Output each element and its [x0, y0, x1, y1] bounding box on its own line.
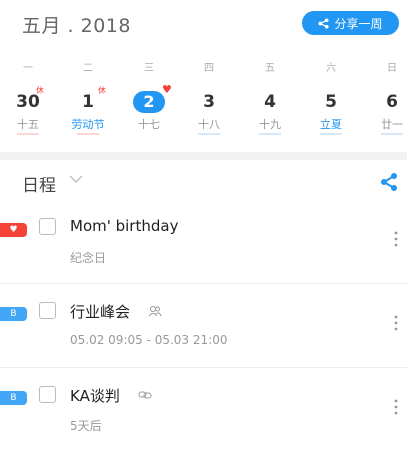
day-underline: [320, 133, 342, 135]
more-options-icon[interactable]: [390, 230, 402, 248]
day-sat[interactable]: 六 5 立夏: [311, 62, 351, 135]
day-underline: [381, 133, 403, 135]
header: 五月 . 2018 分享一周: [0, 0, 407, 50]
event-subtitle: 05.02 09:05 - 05.03 21:00: [70, 333, 228, 347]
event-title: 行业峰会: [70, 303, 131, 321]
weekday-label: 日: [387, 63, 397, 74]
heart-icon: ♥: [162, 83, 172, 96]
event-tag: ♥: [0, 223, 27, 237]
lunar-date: 十九: [259, 118, 281, 131]
event-checkbox[interactable]: [39, 302, 56, 319]
people-icon: [148, 306, 162, 317]
event-item[interactable]: B 行业峰会 05.02 09:05 - 05.03 21:00: [0, 292, 407, 368]
holiday-badge: 休: [98, 86, 106, 95]
lunar-date: 十七: [138, 118, 160, 131]
date-number: 5: [325, 92, 337, 112]
lunar-date: 劳动节: [71, 118, 105, 131]
row-separator: [0, 367, 407, 368]
event-title: KA谈判: [70, 387, 120, 405]
lunar-date: 立夏: [320, 118, 342, 131]
month-title[interactable]: 五月 . 2018: [22, 11, 131, 38]
schedule-title[interactable]: 日程: [22, 171, 56, 196]
weekday-label: 三: [144, 63, 154, 74]
event-checkbox[interactable]: [39, 386, 56, 403]
share-week-button[interactable]: 分享一周: [302, 11, 399, 35]
weekday-label: 六: [326, 63, 336, 74]
day-tue[interactable]: 二 1 休 劳动节: [68, 62, 108, 135]
date-number: 4: [264, 92, 276, 112]
event-checkbox[interactable]: [39, 218, 56, 235]
row-separator: [0, 283, 407, 284]
event-title: Mom' birthday: [70, 217, 179, 235]
chevron-down-icon[interactable]: [68, 171, 84, 187]
date-number: 1: [82, 92, 94, 112]
date-number-selected: 2: [133, 91, 165, 113]
day-underline: [259, 133, 281, 135]
event-tag: B: [0, 391, 27, 405]
weekday-label: 五: [265, 63, 275, 74]
holiday-underline: [17, 133, 39, 135]
event-tag: B: [0, 307, 27, 321]
schedule-header: 日程: [0, 168, 407, 198]
day-mon[interactable]: 一 30 休 十五: [8, 62, 48, 135]
date-number: 3: [203, 92, 215, 112]
lunar-date: 廿一: [381, 118, 403, 131]
heart-icon: ♥: [9, 225, 18, 235]
lunar-date: 十八: [198, 118, 220, 131]
day-underline: [198, 133, 220, 135]
lunar-date: 十五: [17, 118, 39, 131]
date-number: 6: [386, 92, 398, 112]
more-options-icon[interactable]: [390, 398, 402, 416]
more-options-icon[interactable]: [390, 314, 402, 332]
event-subtitle: 纪念日: [70, 251, 107, 265]
holiday-underline: [77, 133, 99, 135]
week-strip: 一 30 休 十五 二 1 休 劳动节 三 2 ♥ 十七 四 3 十八 五 4 …: [0, 62, 407, 142]
day-thu[interactable]: 四 3 十八: [189, 62, 229, 135]
weekday-label: 二: [83, 63, 93, 74]
event-item[interactable]: ♥ Mom' birthday 纪念日: [0, 208, 407, 284]
link-icon: [138, 391, 152, 399]
spacer: [138, 133, 160, 135]
section-divider: [0, 152, 407, 160]
day-wed[interactable]: 三 2 ♥ 十七: [129, 62, 172, 135]
day-fri[interactable]: 五 4 十九: [250, 62, 290, 135]
event-subtitle: 5天后: [70, 419, 102, 433]
weekday-label: 四: [204, 63, 214, 74]
share-icon[interactable]: [379, 172, 399, 192]
share-week-label: 分享一周: [334, 16, 383, 31]
holiday-badge: 休: [36, 86, 44, 95]
weekday-label: 一: [23, 63, 33, 74]
share-icon: [318, 17, 330, 29]
day-sun[interactable]: 日 6 廿一: [372, 62, 407, 135]
